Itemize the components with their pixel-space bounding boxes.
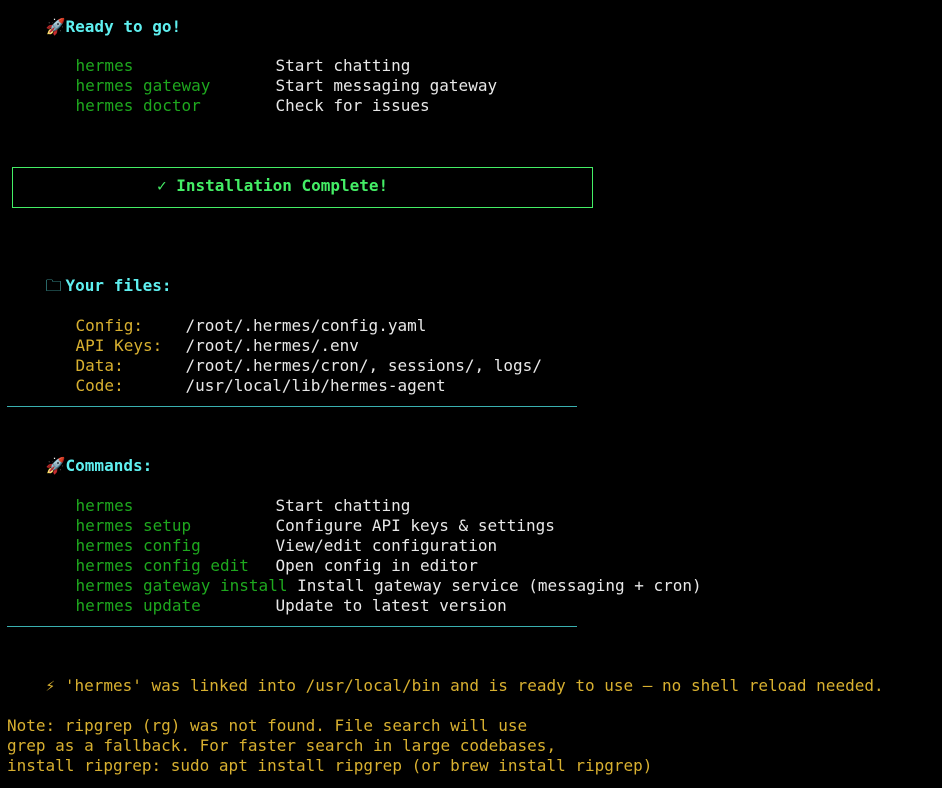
folder-icon: 🗀 — [45, 276, 62, 295]
commands-title: Commands: — [65, 456, 153, 475]
ready-heading: 🚀Ready to go! — [7, 0, 182, 36]
file-row: Config:/root/.hermes/config.yaml — [7, 296, 427, 335]
rocket-icon: 🚀 — [45, 17, 66, 36]
divider — [7, 626, 577, 627]
terminal-window[interactable]: 🚀Ready to go! hermes Start chatting herme… — [0, 0, 942, 788]
command-row: hermes gateway install Install gateway s… — [7, 556, 702, 595]
note-line: Note: ripgrep (rg) was not found. File s… — [7, 716, 528, 735]
command-row: hermes Start chatting — [7, 476, 411, 515]
lightning-icon: ⚡ — [45, 676, 56, 695]
linked-text: 'hermes' was linked into /usr/local/bin … — [64, 676, 884, 695]
ready-title: Ready to go! — [65, 17, 182, 36]
command-row: hermes setup Configure API keys & setting… — [7, 496, 555, 535]
files-title: Your files: — [65, 276, 172, 295]
command-desc: Update to latest version — [275, 596, 507, 615]
command-row: hermes config edit Open config in editor — [7, 536, 478, 575]
rocket-icon: 🚀 — [45, 456, 66, 475]
file-row: Code: /usr/local/lib/hermes-agent — [7, 356, 446, 395]
note-line: install ripgrep: sudo apt install ripgre… — [7, 756, 653, 775]
installation-complete-text: ✓ Installation Complete! — [157, 176, 389, 195]
quick-command-row: hermes Start chatting — [7, 36, 411, 75]
command-row: hermes config View/edit configuration — [7, 516, 498, 555]
quick-command-row: hermes doctor Check for issues — [7, 76, 430, 115]
divider — [7, 406, 577, 407]
file-path: /usr/local/lib/hermes-agent — [185, 376, 446, 395]
files-heading: 🗀 Your files: — [7, 256, 172, 295]
note-line: grep as a fallback. For faster search in… — [7, 736, 557, 755]
quick-command-row: hermes gateway Start messaging gateway — [7, 56, 498, 95]
linked-message: ⚡ 'hermes' was linked into /usr/local/bi… — [7, 656, 884, 695]
quick-command-desc: Check for issues — [275, 96, 430, 115]
command-name: hermes update — [75, 596, 201, 615]
commands-heading: 🚀Commands: — [7, 436, 153, 475]
file-row: API Keys:/root/.hermes/.env — [7, 316, 359, 355]
file-row: Data:/root/.hermes/cron/, sessions/, log… — [7, 336, 542, 375]
file-label: Code: — [75, 376, 124, 395]
quick-command-name: hermes doctor — [75, 96, 201, 115]
command-row: hermes update Update to latest version — [7, 576, 507, 615]
